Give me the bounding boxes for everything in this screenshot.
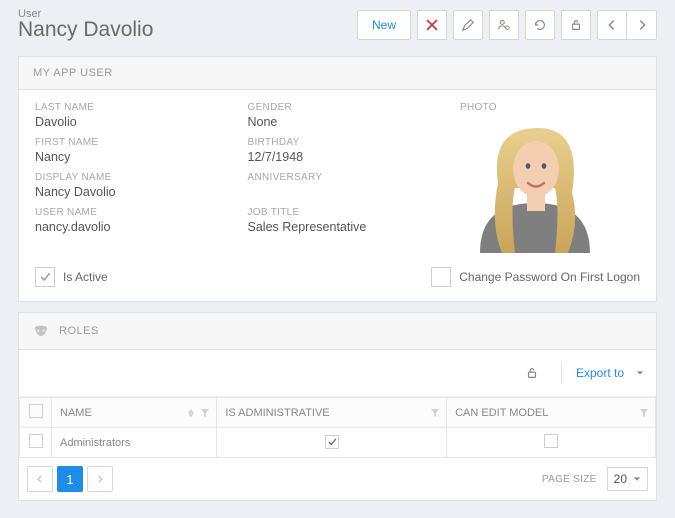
roles-panel-title: ROLES [59, 325, 99, 337]
change-password-label: Change Password On First Logon [459, 270, 640, 284]
lock-open-icon [525, 366, 539, 380]
chevron-right-icon [635, 18, 649, 32]
roles-icon [33, 323, 49, 339]
label-birthday: BIRTHDAY [248, 137, 451, 148]
page-size-select[interactable]: 20 [607, 467, 648, 491]
roles-table: NAME IS ADMINISTRATIVE CAN EDIT MODEL [19, 397, 656, 458]
value-birthday: 12/7/1948 [248, 150, 451, 164]
permissions-button[interactable] [489, 10, 519, 40]
new-button[interactable]: New [357, 10, 411, 40]
roles-panel: ROLES Export to NAME IS ADM [18, 312, 657, 501]
label-anniversary: ANNIVERSARY [248, 172, 451, 183]
page-size-label: PAGE SIZE [542, 474, 597, 485]
label-first-name: FIRST NAME [35, 137, 238, 148]
separator [561, 362, 562, 384]
page-size-value: 20 [614, 472, 627, 486]
is-active-label: Is Active [63, 270, 108, 284]
roles-panel-header: ROLES [19, 313, 656, 350]
column-select-all[interactable] [20, 398, 52, 428]
close-icon [425, 18, 439, 32]
change-password-checkbox[interactable]: Change Password On First Logon [431, 267, 640, 287]
pager: 1 PAGE SIZE 20 [19, 458, 656, 500]
label-job-title: JOB TITLE [248, 207, 451, 218]
page-header: User Nancy Davolio [18, 8, 351, 42]
row-checkbox[interactable] [29, 434, 43, 448]
sort-icon [186, 408, 196, 418]
refresh-button[interactable] [525, 10, 555, 40]
chevron-right-icon [95, 474, 105, 484]
export-label: Export to [576, 366, 624, 380]
roles-lock-button[interactable] [517, 358, 547, 388]
column-can-edit[interactable]: CAN EDIT MODEL [447, 398, 656, 428]
pager-prev-button[interactable] [27, 466, 53, 492]
chevron-left-icon [35, 474, 45, 484]
user-panel: MY APP USER LAST NAME Davolio FIRST NAME… [18, 56, 657, 302]
export-dropdown[interactable]: Export to [576, 366, 644, 380]
filter-icon [430, 408, 440, 418]
caret-down-icon [633, 475, 641, 483]
user-panel-header: MY APP USER [19, 57, 656, 90]
label-display-name: DISPLAY NAME [35, 172, 238, 183]
lock-button[interactable] [561, 10, 591, 40]
column-can-edit-label: CAN EDIT MODEL [455, 407, 548, 419]
value-anniversary [248, 185, 451, 199]
value-user-name: nancy.davolio [35, 220, 238, 234]
label-photo: PHOTO [460, 102, 640, 113]
header-title: Nancy Davolio [18, 18, 351, 42]
checkbox-icon [35, 267, 55, 287]
table-row[interactable]: Administrators [20, 428, 656, 458]
chevron-left-icon [605, 18, 619, 32]
column-name-label: NAME [60, 407, 92, 419]
filter-icon [639, 408, 649, 418]
user-panel-title: MY APP USER [33, 67, 113, 79]
value-gender: None [248, 115, 451, 129]
checkbox-icon [431, 267, 451, 287]
delete-button[interactable] [417, 10, 447, 40]
column-name[interactable]: NAME [52, 398, 217, 428]
is-active-checkbox[interactable]: Is Active [35, 267, 108, 287]
column-is-admin[interactable]: IS ADMINISTRATIVE [217, 398, 447, 428]
pager-next-button[interactable] [87, 466, 113, 492]
value-job-title: Sales Representative [248, 220, 451, 234]
avatar-illustration [460, 113, 610, 253]
label-last-name: LAST NAME [35, 102, 238, 113]
prev-record-button[interactable] [597, 10, 627, 40]
edit-button[interactable] [453, 10, 483, 40]
check-icon [327, 437, 337, 447]
value-display-name: Nancy Davolio [35, 185, 238, 199]
person-gear-icon [497, 18, 511, 32]
label-user-name: USER NAME [35, 207, 238, 218]
user-photo [460, 113, 610, 253]
lock-open-icon [569, 18, 583, 32]
filter-icon [200, 408, 210, 418]
value-first-name: Nancy [35, 150, 238, 164]
refresh-icon [533, 18, 547, 32]
label-gender: GENDER [248, 102, 451, 113]
column-is-admin-label: IS ADMINISTRATIVE [225, 407, 329, 419]
next-record-button[interactable] [627, 10, 657, 40]
value-last-name: Davolio [35, 115, 238, 129]
cell-is-admin [217, 428, 447, 458]
cell-can-edit [447, 428, 656, 458]
cell-name: Administrators [52, 428, 217, 458]
pager-page-1[interactable]: 1 [57, 466, 83, 492]
pencil-icon [461, 18, 475, 32]
caret-down-icon [636, 369, 644, 377]
